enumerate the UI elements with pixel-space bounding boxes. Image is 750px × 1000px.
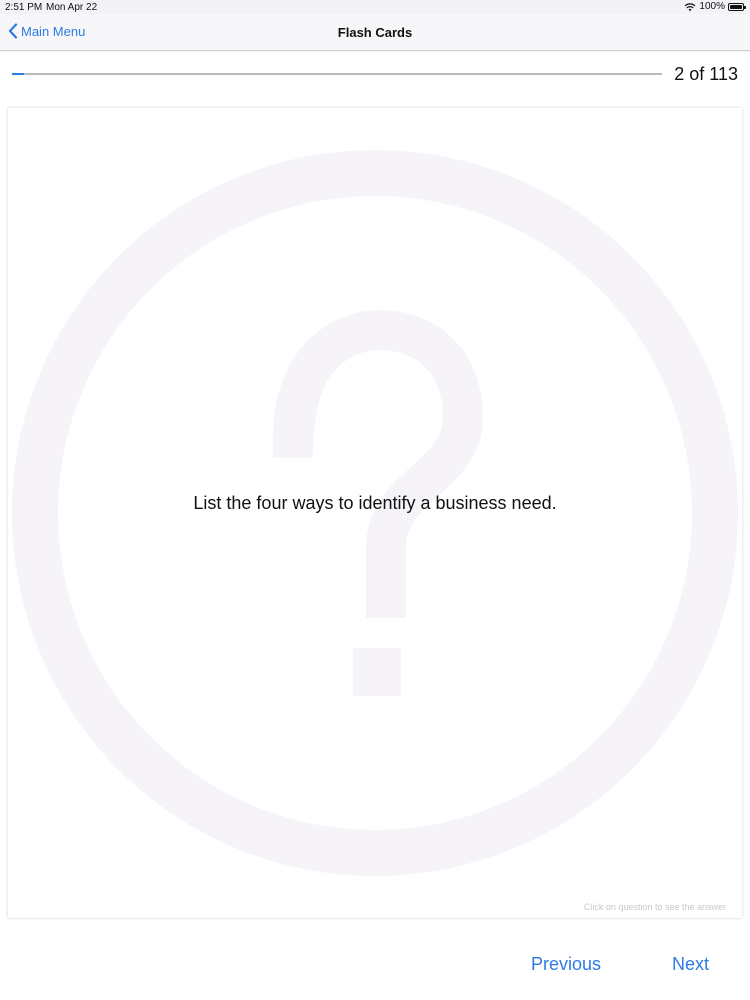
wifi-icon — [685, 2, 696, 11]
answer-hint: Click on question to see the answer — [583, 902, 726, 912]
battery-percentage: 100% — [699, 1, 725, 12]
progress-bar-fill — [12, 73, 24, 75]
question-text: List the four ways to identify a busines… — [193, 493, 557, 513]
flash-cards-screen: 2:51 PM Mon Apr 22 100% Main Menu Flash … — [0, 0, 750, 1000]
progress-bar — [12, 73, 662, 75]
bottom-bar: Previous Next — [0, 928, 750, 1000]
card-area: List the four ways to identify a busines… — [0, 98, 750, 928]
page-title: Flash Cards — [337, 25, 413, 40]
battery-icon — [728, 2, 746, 11]
flash-card[interactable]: List the four ways to identify a busines… — [8, 108, 742, 918]
status-date: Mon Apr 22 — [46, 2, 98, 13]
progress-count: 2 of 113 — [674, 64, 738, 84]
navigation-bar: Main Menu Flash Cards — [0, 14, 750, 51]
status-indicators: 100% — [684, 1, 746, 12]
next-button[interactable]: Next — [672, 954, 709, 975]
status-time: 2:51 PM — [5, 2, 43, 13]
progress-row: 2 of 113 — [0, 52, 750, 98]
status-bar: 2:51 PM Mon Apr 22 100% — [0, 0, 750, 14]
previous-button[interactable]: Previous — [531, 954, 601, 975]
